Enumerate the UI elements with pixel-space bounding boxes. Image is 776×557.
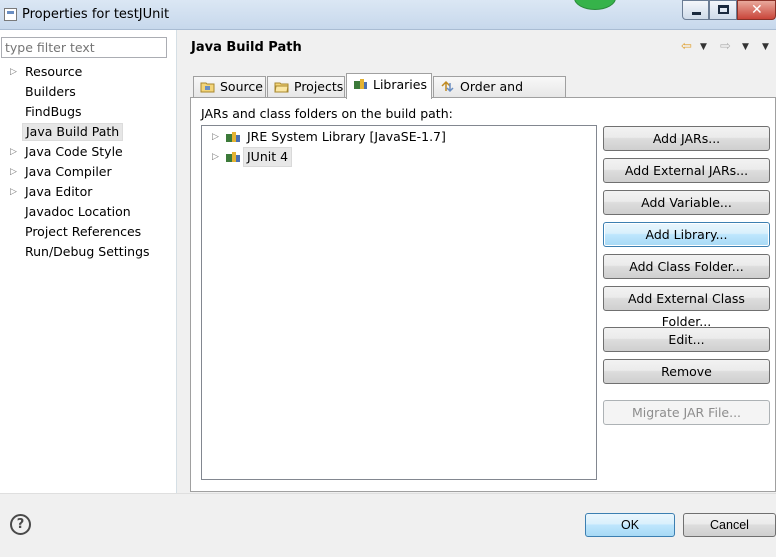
expand-arrow-icon[interactable]: ▷ [10, 182, 17, 202]
sidebar-item-label: Run/Debug Settings [25, 244, 150, 259]
sidebar-item-java-compiler[interactable]: ▷ Java Compiler [0, 162, 177, 182]
ok-button[interactable]: OK [585, 513, 675, 537]
main-panel: Java Build Path ⇦ ▼ ⇨ ▼ ▼ Source Project… [178, 30, 776, 493]
view-menu-icon[interactable]: ▼ [762, 42, 769, 52]
history-navigation: ⇦ ▼ ⇨ ▼ ▼ [678, 39, 776, 57]
tab-libraries[interactable]: Libraries [346, 73, 432, 99]
minimize-button[interactable] [682, 0, 709, 20]
sidebar-item-label: FindBugs [25, 104, 82, 119]
sidebar-item-java-build-path[interactable]: Java Build Path [0, 122, 177, 142]
expand-arrow-icon[interactable]: ▷ [212, 127, 219, 147]
add-library-button[interactable]: Add Library... [603, 222, 770, 247]
migrate-jar-button: Migrate JAR File... [603, 400, 770, 425]
sidebar-item-label: Java Editor [25, 184, 93, 199]
forward-arrow-icon[interactable]: ⇨ [720, 39, 731, 54]
sidebar-item-java-code-style[interactable]: ▷ Java Code Style [0, 142, 177, 162]
app-icon [4, 8, 17, 21]
minimize-icon [692, 12, 701, 15]
sidebar-item-findbugs[interactable]: FindBugs [0, 102, 177, 122]
add-external-class-folder-button[interactable]: Add External Class Folder... [603, 286, 770, 329]
sidebar-item-label: Java Compiler [25, 164, 112, 179]
help-icon[interactable]: ? [10, 514, 31, 535]
tab-order-and-export[interactable]: Order and Export [433, 76, 566, 114]
cancel-button[interactable]: Cancel [683, 513, 776, 537]
projects-folder-icon [274, 82, 289, 93]
edit-button[interactable]: Edit... [603, 327, 770, 352]
back-arrow-icon[interactable]: ⇦ [681, 39, 692, 54]
expand-arrow-icon[interactable]: ▷ [212, 147, 219, 167]
close-icon: ✕ [751, 2, 763, 18]
library-label: JUnit 4 [243, 147, 293, 167]
add-variable-button[interactable]: Add Variable... [603, 190, 770, 215]
sidebar-item-javadoc-location[interactable]: Javadoc Location [0, 202, 177, 222]
remove-button[interactable]: Remove [603, 359, 770, 384]
add-jars-button[interactable]: Add JARs... [603, 126, 770, 151]
title-bar: Properties for testJUnit ✕ [0, 0, 776, 30]
tab-label: Source [220, 79, 263, 94]
library-label: JRE System Library [JavaSE-1.7] [247, 129, 446, 144]
green-circle-icon [574, 0, 616, 10]
order-export-icon [441, 80, 454, 93]
tab-label: Projects [294, 79, 344, 94]
dialog-footer: ? OK Cancel [0, 493, 776, 557]
forward-dropdown-icon[interactable]: ▼ [742, 42, 749, 52]
sidebar-item-builders[interactable]: Builders [0, 82, 177, 102]
libraries-tab-content: JARs and class folders on the build path… [190, 97, 776, 492]
library-icon [226, 132, 240, 142]
library-item-jre[interactable]: ▷ JRE System Library [JavaSE-1.7] [202, 127, 592, 147]
page-title: Java Build Path [191, 40, 302, 55]
tab-projects[interactable]: Projects [267, 76, 345, 98]
expand-arrow-icon[interactable]: ▷ [10, 62, 17, 82]
property-page-tree: ▷ Resource Builders FindBugs Java Build … [0, 62, 177, 262]
add-class-folder-button[interactable]: Add Class Folder... [603, 254, 770, 279]
sidebar: ▷ Resource Builders FindBugs Java Build … [0, 30, 177, 493]
sidebar-item-label: Javadoc Location [25, 204, 131, 219]
sidebar-item-run-debug-settings[interactable]: Run/Debug Settings [0, 242, 177, 262]
expand-arrow-icon[interactable]: ▷ [10, 162, 17, 182]
close-button[interactable]: ✕ [737, 0, 776, 20]
maximize-button[interactable] [709, 0, 737, 20]
tab-source[interactable]: Source [193, 76, 266, 98]
sidebar-item-label: Builders [25, 84, 76, 99]
filter-input[interactable] [1, 37, 167, 58]
sidebar-item-label: Project References [25, 224, 142, 239]
sidebar-item-resource[interactable]: ▷ Resource [0, 62, 177, 82]
sidebar-item-java-editor[interactable]: ▷ Java Editor [0, 182, 177, 202]
build-path-tabs: Source Projects Libraries Order and Expo… [193, 73, 776, 114]
classpath-label: JARs and class folders on the build path… [201, 106, 453, 121]
back-dropdown-icon[interactable]: ▼ [700, 42, 707, 52]
sidebar-item-label: Java Build Path [22, 123, 124, 141]
tab-label: Libraries [373, 77, 427, 92]
libraries-icon [354, 79, 367, 89]
expand-arrow-icon[interactable]: ▷ [10, 142, 17, 162]
source-folder-icon [200, 82, 215, 93]
window-title: Properties for testJUnit [22, 7, 170, 22]
library-item-junit[interactable]: ▷ JUnit 4 [202, 147, 592, 167]
maximize-icon [718, 5, 729, 14]
add-external-jars-button[interactable]: Add External JARs... [603, 158, 770, 183]
sidebar-item-label: Resource [25, 64, 83, 79]
sidebar-item-project-references[interactable]: Project References [0, 222, 177, 242]
library-tree[interactable]: ▷ JRE System Library [JavaSE-1.7] ▷ JUni… [201, 125, 597, 480]
sidebar-item-label: Java Code Style [25, 144, 123, 159]
library-icon [226, 152, 240, 162]
